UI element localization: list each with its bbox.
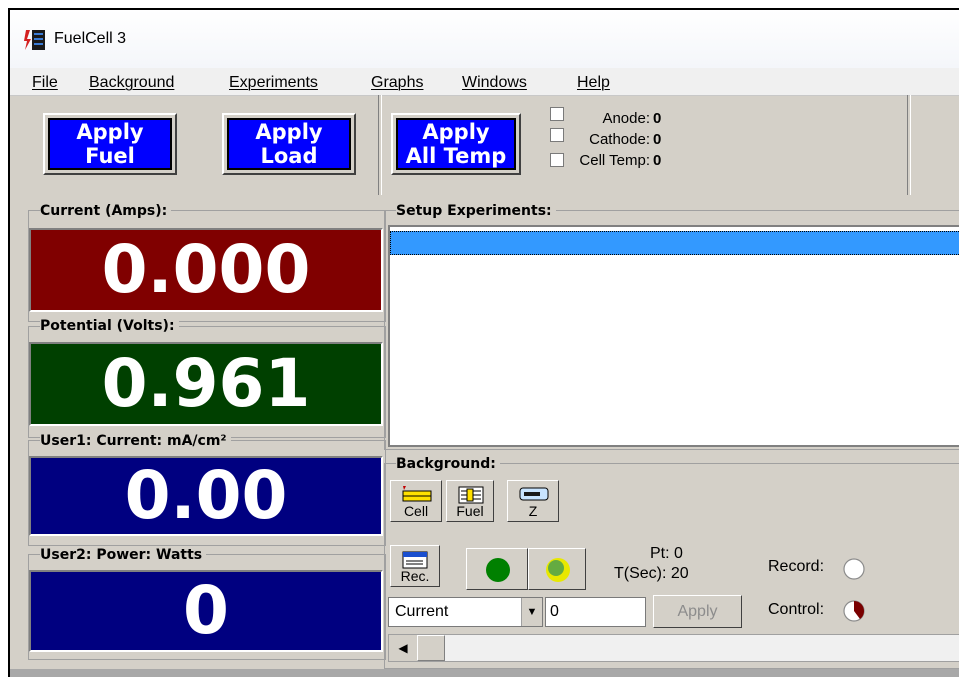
apply-all-temp-button[interactable]: Apply All Temp: [391, 113, 521, 175]
mode-select-value: Current: [395, 603, 449, 620]
control-status-icon: [843, 600, 865, 622]
apply-load-line1: Apply: [255, 120, 323, 144]
background-cell-button[interactable]: Cell: [390, 480, 442, 522]
apply-fuel-line2: Fuel: [85, 144, 135, 168]
fuel-icon: [458, 486, 484, 504]
menu-help[interactable]: Help: [577, 74, 610, 92]
toolbar-separator-right: [907, 95, 911, 195]
horizontal-scrollbar[interactable]: ◀: [388, 634, 959, 662]
yellow-pause-icon: [546, 558, 570, 582]
time-seconds: T(Sec): 20: [614, 565, 689, 582]
cell-temp-row: Cell Temp: 0: [550, 151, 720, 171]
scroll-left-arrow-icon[interactable]: ◀: [389, 635, 418, 661]
record-label: Record:: [768, 558, 825, 575]
user1-label: User1: Current: mA/cm²: [40, 433, 231, 449]
apply-button[interactable]: Apply: [653, 595, 742, 628]
window-title: FuelCell 3: [54, 30, 127, 47]
scroll-thumb[interactable]: [417, 635, 445, 661]
background-label: Background:: [396, 456, 500, 472]
app-window: FuelCell 3 File Background Experiments G…: [8, 8, 959, 677]
anode-value: 0: [653, 110, 662, 127]
apply-fuel-line1: Apply: [76, 120, 144, 144]
cathode-checkbox[interactable]: [550, 128, 564, 142]
z-button-label: Z: [528, 503, 538, 519]
menu-background[interactable]: Background: [89, 74, 174, 92]
fuelcell-app-icon: [24, 30, 45, 50]
toolbar: Apply Fuel Apply Load Apply All Temp Ano…: [10, 95, 959, 205]
fuel-button-label: Fuel: [456, 503, 484, 519]
anode-label: Anode:: [602, 110, 650, 127]
rec-button-label: Rec.: [400, 568, 430, 584]
anode-temp-row: Anode: 0: [550, 107, 720, 129]
menu-file[interactable]: File: [32, 74, 58, 92]
anode-checkbox[interactable]: [550, 107, 564, 121]
current-label: Current (Amps):: [40, 203, 172, 219]
record-button[interactable]: Rec.: [390, 545, 440, 587]
experiments-list[interactable]: [388, 225, 959, 447]
apply-all-temp-line1: Apply: [422, 120, 490, 144]
list-item[interactable]: [390, 231, 959, 255]
apply-load-line2: Load: [260, 144, 318, 168]
apply-fuel-button[interactable]: Apply Fuel: [43, 113, 177, 175]
background-fuel-button[interactable]: Fuel: [446, 480, 494, 522]
control-label: Control:: [768, 601, 825, 618]
cell-temp-label: Cell Temp:: [579, 152, 650, 169]
menu-experiments[interactable]: Experiments: [229, 74, 318, 92]
toolbar-separator: [378, 95, 382, 195]
menu-bar: File Background Experiments Graphs Windo…: [10, 68, 959, 96]
menu-graphs[interactable]: Graphs: [371, 74, 423, 92]
impedance-icon: [519, 487, 549, 501]
cell-icon: [402, 486, 432, 502]
cathode-label: Cathode:: [589, 131, 650, 148]
title-bar: FuelCell 3: [10, 10, 959, 68]
green-start-icon: [486, 558, 510, 582]
apply-load-button[interactable]: Apply Load: [222, 113, 356, 175]
setup-experiments-label: Setup Experiments:: [396, 203, 556, 219]
status-bar: [10, 669, 959, 677]
cathode-value: 0: [653, 131, 662, 148]
current-readout: 0.000: [29, 228, 383, 312]
cell-temp-checkbox[interactable]: [550, 153, 564, 167]
apply-all-temp-line2: All Temp: [405, 144, 507, 168]
user1-readout: 0.00: [29, 456, 383, 536]
chevron-down-icon[interactable]: ▼: [521, 598, 542, 626]
user2-label: User2: Power: Watts: [40, 547, 207, 563]
value-input-text: 0: [550, 603, 559, 620]
cathode-temp-row: Cathode: 0: [550, 128, 720, 150]
record-icon: [402, 551, 428, 569]
pause-button[interactable]: [528, 548, 586, 590]
mode-select[interactable]: Current ▼: [388, 597, 543, 627]
point-count: Pt: 0: [650, 545, 683, 562]
menu-windows[interactable]: Windows: [462, 74, 527, 92]
record-status-icon: [843, 558, 865, 580]
potential-label: Potential (Volts):: [40, 318, 179, 334]
cell-temp-value: 0: [653, 152, 662, 169]
potential-readout: 0.961: [29, 342, 383, 426]
cell-button-label: Cell: [403, 503, 429, 519]
background-z-button[interactable]: Z: [507, 480, 559, 522]
user2-readout: 0: [29, 570, 383, 652]
start-button[interactable]: [466, 548, 528, 590]
value-input[interactable]: 0: [545, 597, 646, 627]
